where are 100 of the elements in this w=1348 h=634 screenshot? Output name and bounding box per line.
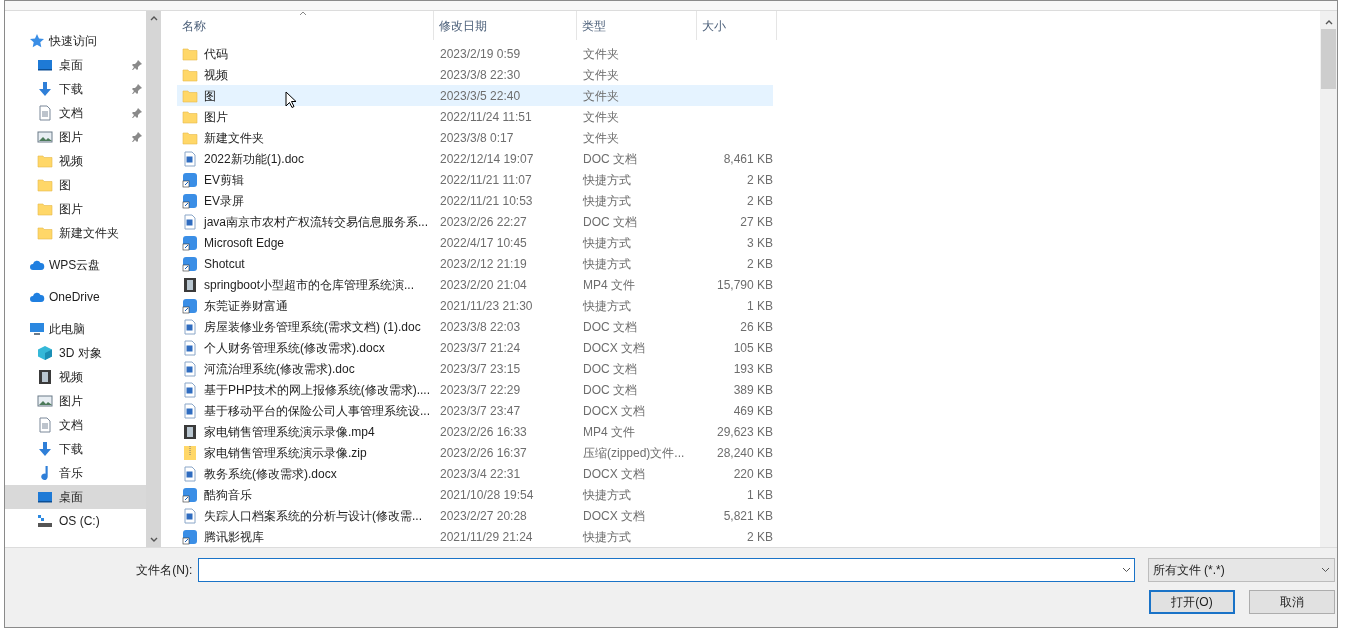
word-document-icon [182,507,198,524]
file-size: 28,240 KB [715,444,773,462]
nav-item[interactable]: 下载 [5,437,146,461]
nav-item[interactable]: 文档 [5,413,146,437]
file-name: 图片 [204,108,228,126]
nav-item[interactable]: 下载 [5,77,146,101]
nav-item[interactable]: 桌面 [5,485,146,509]
file-row[interactable]: 新建文件夹 2023/3/8 0:17 文件夹 [177,127,773,148]
column-header[interactable]: 修改日期 [434,11,577,40]
file-row[interactable]: 东莞证券财富通 2021/11/23 21:30 快捷方式 1 KB [177,295,773,316]
zip-folder-icon [182,444,198,461]
modified-date: 2023/3/8 0:17 [439,129,515,147]
modified-date: 2022/11/21 11:07 [439,171,533,189]
nav-item[interactable]: 新建文件夹 [5,221,146,245]
file-row[interactable]: 家电销售管理系统演示录像.zip 2023/2/26 16:37 压缩(zipped)文件... 28,240 KB [177,442,773,463]
folder-icon [182,87,198,104]
modified-date: 2023/2/12 21:19 [439,255,528,273]
file-type: 文件夹 [582,45,620,63]
file-name: 失踪人口档案系统的分析与设计(修改需... [204,507,422,525]
file-row[interactable]: 房屋装修业务管理系统(需求文档) (1).doc 2023/3/8 22:03 DOC 文档 26 KB [177,316,773,337]
file-row[interactable]: EV剪辑 2022/11/21 11:07 快捷方式 2 KB [177,169,773,190]
scrollbar[interactable] [1320,11,1337,547]
file-row[interactable]: 基于PHP技术的网上报修系统(修改需求).... 2023/3/7 22:29 DOC 文档 389 KB [177,379,773,400]
caret-down-icon [149,537,158,543]
pin-icon [132,84,142,94]
file-row[interactable]: 腾讯影视库 2021/11/29 21:24 快捷方式 2 KB [177,526,773,547]
word-document-icon [182,318,198,335]
dialog-button[interactable]: 取消 [1249,590,1335,614]
file-type: 文件夹 [582,129,620,147]
scrollbar-thumb[interactable] [1321,29,1336,89]
nav-item[interactable]: 图片 [5,125,146,149]
file-size: 193 KB [732,360,773,378]
column-header[interactable]: 类型 [577,11,697,40]
modified-date: 2023/3/7 23:47 [439,402,522,420]
nav-item[interactable]: 图片 [5,389,146,413]
nav-item[interactable]: OS (C:) [5,509,146,533]
nav-item[interactable]: 视频 [5,149,146,173]
column-header[interactable]: 名称 [177,11,434,40]
file-row[interactable]: Microsoft Edge 2022/4/17 10:45 快捷方式 3 KB [177,232,773,253]
file-row[interactable]: 个人财务管理系统(修改需求).docx 2023/3/7 21:24 DOCX 文档 105 KB [177,337,773,358]
modified-date: 2021/10/28 19:54 [439,486,535,504]
file-type: 快捷方式 [582,255,632,273]
folder-icon [37,201,53,217]
file-row[interactable]: java南京市农村产权流转交易信息服务系... 2023/2/26 22:27 DOC 文档 27 KB [177,211,773,232]
file-type: DOC 文档 [582,318,638,336]
file-row[interactable]: 图片 2022/11/24 11:51 文件夹 [177,106,773,127]
file-type: 快捷方式 [582,192,632,210]
file-row[interactable]: 失踪人口档案系统的分析与设计(修改需... 2023/2/27 20:28 DOCX 文档 5,821 KB [177,505,773,526]
nav-item[interactable]: 桌面 [5,53,146,77]
file-size: 3 KB [746,234,773,252]
dialog-button[interactable]: 打开(O) [1149,590,1235,614]
file-size: 26 KB [739,318,773,336]
filename-label: 文件名(N): [135,562,193,579]
column-header[interactable]: 大小 [697,11,777,40]
app-shortcut-icon [182,234,198,251]
file-row[interactable]: 视频 2023/3/8 22:30 文件夹 [177,64,773,85]
nav-item[interactable]: 图 [5,173,146,197]
file-row[interactable]: EV录屏 2022/11/21 10:53 快捷方式 2 KB [177,190,773,211]
nav-item[interactable]: 文档 [5,101,146,125]
file-row[interactable]: 家电销售管理系统演示录像.mp4 2023/2/26 16:33 MP4 文件 29,623 KB [177,421,773,442]
file-row[interactable]: 教务系统(修改需求).docx 2023/3/4 22:31 DOCX 文档 220 KB [177,463,773,484]
word-document-icon [182,339,198,356]
file-type-dropdown[interactable]: 所有文件 (*.*) [1147,558,1335,582]
nav-item[interactable]: OneDrive [5,285,146,309]
music-note-icon [41,465,49,481]
file-row[interactable]: 基于移动平台的保险公司人事管理系统设... 2023/3/7 23:47 DOCX 文档 469 KB [177,400,773,421]
file-name: 腾讯影视库 [204,528,264,546]
filename-field[interactable] [198,558,1135,582]
film-icon [182,423,198,440]
file-row[interactable]: Shotcut 2023/2/12 21:19 快捷方式 2 KB [177,253,773,274]
file-row[interactable]: 代码 2023/2/19 0:59 文件夹 [177,43,773,64]
file-row[interactable]: 图 2023/3/5 22:40 文件夹 [177,85,773,106]
mouse-cursor-icon [285,91,297,109]
nav-item[interactable]: WPS云盘 [5,253,146,277]
nav-item[interactable]: 图片 [5,197,146,221]
nav-item[interactable]: 快速访问 [5,29,146,53]
file-type: 快捷方式 [582,234,632,252]
nav-item[interactable]: 3D 对象 [5,341,146,365]
file-type: DOC 文档 [582,213,638,231]
file-row[interactable]: 河流治理系统(修改需求).doc 2023/3/7 23:15 DOC 文档 193 KB [177,358,773,379]
file-size: 220 KB [732,465,773,483]
file-row[interactable]: springboot小型超市的仓库管理系统演... 2023/2/20 21:04 MP4 文件 15,790 KB [177,274,773,295]
file-row[interactable]: 酷狗音乐 2021/10/28 19:54 快捷方式 1 KB [177,484,773,505]
scrollbar[interactable] [146,11,161,547]
film-icon [37,369,53,385]
file-row[interactable]: 2022新功能(1).doc 2022/12/14 19:07 DOC 文档 8,461 KB [177,148,773,169]
nav-item[interactable]: 此电脑 [5,317,146,341]
folder-icon [37,225,53,241]
file-type: DOCX 文档 [582,402,646,420]
nav-item[interactable]: 音乐 [5,461,146,485]
file-name: Microsoft Edge [204,234,285,252]
nav-item[interactable]: 视频 [5,365,146,389]
file-size: 2 KB [746,255,773,273]
file-size: 2 KB [746,192,773,210]
file-type: 快捷方式 [582,297,632,315]
file-type: 快捷方式 [582,486,632,504]
file-type: DOCX 文档 [582,507,646,525]
monitor-icon [29,321,45,337]
modified-date: 2023/2/26 22:27 [439,213,528,231]
modified-date: 2022/11/24 11:51 [439,108,533,126]
